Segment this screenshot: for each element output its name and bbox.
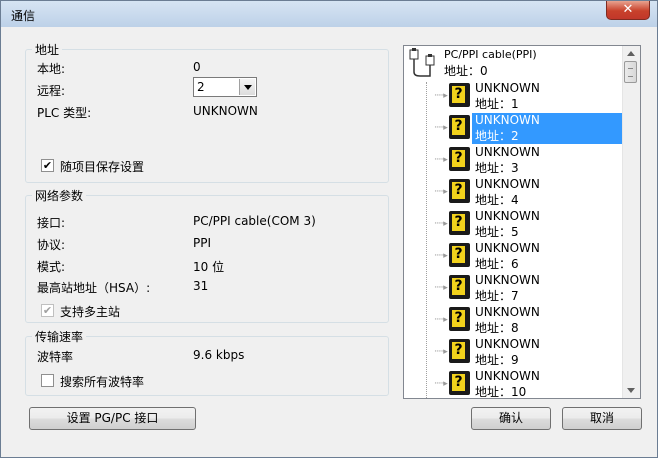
multi-master-checkbox[interactable]: ✔ [41,304,54,317]
interface-value: PC/PPI cable(COM 3) [193,214,316,228]
network-params-group: 网络参数 接口: PC/PPI cable(COM 3) 协议: PPI 模式:… [25,187,389,323]
connector-arrow-icon: ·····▸ [434,347,448,357]
unknown-device-icon: ? [449,179,470,203]
connector-arrow-icon: ·····▸ [434,187,448,197]
baud-group-title: 传输速率 [32,328,87,345]
tree-node[interactable]: ·····▸? UNKNOWN 地址：9 [404,336,624,368]
node-type: UNKNOWN [475,145,540,159]
baud-label: 波特率 [37,350,74,364]
search-all-baud-checkbox[interactable] [41,374,54,387]
connector-arrow-icon: ·····▸ [434,251,448,261]
node-type: UNKNOWN [475,305,540,319]
network-group-title: 网络参数 [32,187,87,204]
hsa-label: 最高站地址（HSA）: [37,281,151,295]
title-bar[interactable]: 通信 ✕ [1,1,657,27]
connector-arrow-icon: ·····▸ [434,219,448,229]
tree-node[interactable]: ·····▸? UNKNOWN 地址：4 [404,176,624,208]
tree-node[interactable]: ·····▸? UNKNOWN 地址：6 [404,240,624,272]
baud-value: 9.6 kbps [193,348,245,362]
tree-node[interactable]: ·····▸? UNKNOWN 地址：10 [404,368,624,399]
node-address: 地址：9 [475,353,519,367]
connector-arrow-icon: ·····▸ [434,379,448,389]
unknown-device-icon: ? [449,211,470,235]
communications-dialog: 通信 ✕ 地址 本地: 0 远程: 2 PLC 类型: UNKNOWN ✔ 随项… [0,0,658,458]
baud-rate-group: 传输速率 波特率 9.6 kbps 搜索所有波特率 [25,328,389,396]
unknown-device-icon: ? [449,83,470,107]
ok-button[interactable]: 确认 [471,407,551,430]
address-group: 地址 本地: 0 远程: 2 PLC 类型: UNKNOWN ✔ 随项目保存设置 [25,41,389,183]
node-address: 地址：10 [475,385,527,399]
node-address: 地址：2 [475,129,519,143]
protocol-label: 协议: [37,238,66,252]
unknown-device-icon: ? [449,115,470,139]
node-address: 地址：4 [475,193,519,207]
node-type: UNKNOWN [475,273,540,287]
close-button[interactable]: ✕ [606,1,650,20]
unknown-device-icon: ? [449,243,470,267]
hsa-value: 31 [193,279,209,293]
node-address: 地址：5 [475,225,519,239]
tree-node[interactable]: ·····▸? UNKNOWN 地址：8 [404,304,624,336]
node-type: UNKNOWN [475,369,540,383]
interface-label: 接口: [37,216,66,230]
save-with-project-label[interactable]: 随项目保存设置 [60,158,144,175]
node-type: UNKNOWN [475,113,540,127]
node-address: 地址：8 [475,321,519,335]
plc-type-value: UNKNOWN [193,104,258,118]
node-type: UNKNOWN [475,241,540,255]
unknown-device-icon: ? [449,307,470,331]
node-type: UNKNOWN [475,177,540,191]
connector-arrow-icon: ·····▸ [434,155,448,165]
multi-master-label[interactable]: 支持多主站 [60,303,120,320]
unknown-device-icon: ? [449,275,470,299]
remote-address-dropdown[interactable]: 2 [193,77,257,97]
node-type: UNKNOWN [475,337,540,351]
remote-label: 远程: [37,84,66,98]
node-type: UNKNOWN [475,209,540,223]
search-all-baud-label[interactable]: 搜索所有波特率 [60,373,144,390]
set-pgpc-interface-button[interactable]: 设置 PG/PC 接口 [29,407,196,430]
unknown-device-icon: ? [449,147,470,171]
node-type: UNKNOWN [475,81,540,95]
tree-scrollbar[interactable] [622,46,640,398]
mode-value: 10 位 [193,260,225,274]
unknown-device-icon: ? [449,339,470,363]
address-group-title: 地址 [32,41,63,58]
node-address: 地址：6 [475,257,519,271]
root-line2: 地址：0 [444,64,488,78]
connector-arrow-icon: ·····▸ [434,283,448,293]
local-value: 0 [193,60,201,74]
cancel-button[interactable]: 取消 [562,407,642,430]
mode-label: 模式: [37,260,66,274]
scroll-up-icon[interactable] [627,51,635,56]
cable-icon [409,48,435,77]
device-tree[interactable]: PC/PPI cable(PPI) 地址：0 ·····▸? UNKNOWN 地址：… [403,45,641,399]
scroll-thumb[interactable] [624,61,637,83]
node-address: 地址：1 [475,97,519,111]
connector-arrow-icon: ·····▸ [434,315,448,325]
tree-node[interactable]: ·····▸? UNKNOWN 地址：2 [404,112,624,144]
node-address: 地址：7 [475,289,519,303]
connector-arrow-icon: ·····▸ [434,91,448,101]
tree-node[interactable]: ·····▸? UNKNOWN 地址：5 [404,208,624,240]
remote-address-value: 2 [197,80,205,94]
plc-type-label: PLC 类型: [37,106,92,120]
local-label: 本地: [37,62,66,76]
tree-node[interactable]: ·····▸? UNKNOWN 地址：7 [404,272,624,304]
tree-node[interactable]: ·····▸? UNKNOWN 地址：1 [404,80,624,112]
dialog-client-area: 地址 本地: 0 远程: 2 PLC 类型: UNKNOWN ✔ 随项目保存设置… [9,31,649,451]
save-with-project-checkbox[interactable]: ✔ [41,159,54,172]
node-address: 地址：3 [475,161,519,175]
protocol-value: PPI [193,236,212,250]
window-title: 通信 [11,9,36,23]
chevron-down-icon[interactable] [239,79,255,95]
connector-arrow-icon: ·····▸ [434,123,448,133]
tree-root-node[interactable]: PC/PPI cable(PPI) 地址：0 [404,46,624,80]
root-line1: PC/PPI cable(PPI) [444,48,537,61]
tree-node[interactable]: ·····▸? UNKNOWN 地址：3 [404,144,624,176]
scroll-down-icon[interactable] [627,388,635,393]
unknown-device-icon: ? [449,371,470,395]
